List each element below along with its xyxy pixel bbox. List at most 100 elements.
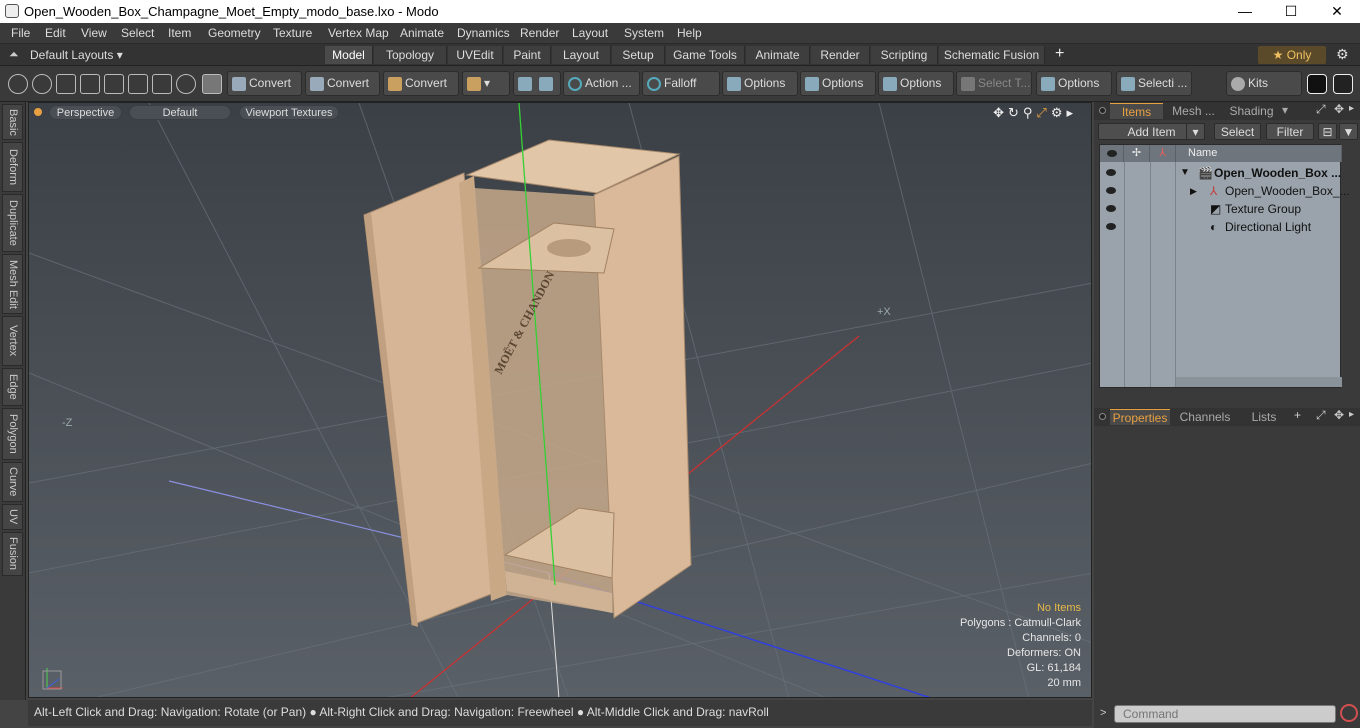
select-button[interactable]: Select <box>1214 123 1261 140</box>
tab-edge[interactable]: Edge <box>2 368 23 406</box>
maximize-button[interactable]: ☐ <box>1268 0 1314 23</box>
modo-logo-icon[interactable] <box>1307 74 1327 94</box>
tab-uv[interactable]: UV <box>2 504 23 530</box>
collapse-icon[interactable]: ⊟ <box>1318 123 1337 140</box>
only-toggle[interactable]: ★ Only <box>1258 46 1326 64</box>
horizontal-scrollbar[interactable] <box>1176 377 1342 387</box>
tab-render[interactable]: Render <box>811 46 870 64</box>
menu-select[interactable]: Select <box>121 26 154 40</box>
convert-button-1[interactable]: Convert <box>227 71 302 96</box>
tab-animate[interactable]: Animate <box>746 46 810 64</box>
items-mode-icon[interactable] <box>152 74 172 94</box>
tab-properties[interactable]: Properties <box>1110 409 1170 425</box>
tab-uvedit[interactable]: UVEdit <box>448 46 503 64</box>
action-center-button[interactable]: Action ... <box>563 71 640 96</box>
panel-arrow-icon[interactable]: ▸ <box>1349 409 1354 420</box>
tab-vertex[interactable]: Vertex <box>2 316 23 366</box>
options-button-2[interactable]: Options <box>800 71 876 96</box>
expand-icon[interactable]: ▼ <box>1180 164 1190 182</box>
tab-polygon[interactable]: Polygon <box>2 408 23 460</box>
zoom-icon[interactable]: ⚲ <box>1023 105 1037 120</box>
tab-schematic-fusion[interactable]: Schematic Fusion <box>939 46 1045 64</box>
tab-duplicate[interactable]: Duplicate <box>2 194 23 252</box>
convert-button-2[interactable]: Convert <box>305 71 380 96</box>
visibility-column-icon[interactable] <box>1100 145 1124 162</box>
tab-curve[interactable]: Curve <box>2 462 23 502</box>
panel-arrow-icon[interactable]: ▸ <box>1349 103 1354 114</box>
panel-menu-dot-icon[interactable] <box>1099 107 1106 114</box>
list-item-directional-light[interactable]: ◐ Directional Light <box>1100 218 1342 236</box>
menu-vertex-map[interactable]: Vertex Map <box>328 26 389 40</box>
menu-view[interactable]: View <box>81 26 107 40</box>
default-shading-dropdown[interactable]: Default <box>129 105 231 120</box>
command-input[interactable] <box>1114 705 1336 723</box>
globe-mode-icon[interactable] <box>32 74 52 94</box>
default-layouts-dropdown[interactable]: Default Layouts ▾ <box>30 48 123 62</box>
maximize-icon[interactable]: ⤢ <box>1036 105 1050 120</box>
material-mode-icon[interactable] <box>176 74 196 94</box>
pen-tool-icon[interactable] <box>56 74 76 94</box>
symmetry-buttons[interactable] <box>513 71 561 96</box>
tab-scripting[interactable]: Scripting <box>871 46 938 64</box>
options-button-3[interactable]: Options <box>878 71 954 96</box>
edges-mode-icon[interactable] <box>104 74 124 94</box>
tab-layout[interactable]: Layout <box>552 46 611 64</box>
3d-viewport[interactable]: +X -Z MOËT & CHANDON Perspective Default… <box>28 102 1092 698</box>
settings-gear-icon[interactable]: ⚙ <box>1336 46 1349 63</box>
panel-options-icon[interactable]: ✥ <box>1334 408 1344 422</box>
move-icon[interactable]: ✥ <box>993 105 1008 120</box>
eye-icon[interactable] <box>1106 205 1116 212</box>
menu-system[interactable]: System <box>624 26 664 40</box>
tab-channels[interactable]: Channels <box>1174 409 1236 425</box>
add-tab-button[interactable]: + <box>1055 45 1064 63</box>
tab-deform[interactable]: Deform <box>2 142 23 192</box>
menu-dynamics[interactable]: Dynamics <box>457 26 510 40</box>
vertices-mode-icon[interactable] <box>8 74 28 94</box>
menu-animate[interactable]: Animate <box>400 26 444 40</box>
tab-shading[interactable]: Shading <box>1224 103 1279 119</box>
add-tab-icon[interactable]: + <box>1294 408 1301 422</box>
perspective-dropdown[interactable]: Perspective <box>49 105 122 120</box>
menu-file[interactable]: File <box>11 26 30 40</box>
arrow-right-icon[interactable]: ▸ <box>1066 105 1077 120</box>
gear-icon[interactable]: ⚙ <box>1051 105 1067 120</box>
list-item-mesh[interactable]: ▶ ⅄ Open_Wooden_Box_... <box>1100 182 1350 200</box>
tab-items[interactable]: Items <box>1110 103 1163 119</box>
kits-button[interactable]: Kits <box>1226 71 1302 96</box>
eye-icon[interactable] <box>1106 223 1116 230</box>
tab-setup[interactable]: Setup <box>612 46 665 64</box>
viewport-textures-dropdown[interactable]: Viewport Textures <box>239 105 339 120</box>
menu-edit[interactable]: Edit <box>45 26 66 40</box>
panel-expand-icon[interactable]: ⤢ <box>1316 102 1326 117</box>
rotate-icon[interactable]: ↻ <box>1008 105 1023 120</box>
chevron-down-icon[interactable]: ▾ <box>1282 103 1288 117</box>
lock-column-icon[interactable]: ✢ <box>1124 145 1150 162</box>
close-button[interactable]: ✕ <box>1314 0 1360 23</box>
options-button-1[interactable]: Options <box>722 71 798 96</box>
filter-button[interactable]: Filter <box>1266 123 1314 140</box>
tab-basic[interactable]: Basic <box>2 104 23 140</box>
menu-layout[interactable]: Layout <box>572 26 608 40</box>
viewport-nav-icons[interactable]: ✥↻⚲⤢⚙▸ <box>993 105 1077 121</box>
funnel-icon[interactable]: ▼ <box>1339 123 1358 140</box>
menu-geometry[interactable]: Geometry <box>208 26 261 40</box>
convert-button-3[interactable]: Convert <box>383 71 459 96</box>
menu-texture[interactable]: Texture <box>273 26 312 40</box>
selection-button[interactable]: Selecti ... <box>1116 71 1192 96</box>
tab-topology[interactable]: Topology <box>374 46 447 64</box>
select-through-button[interactable]: Select T... <box>956 71 1032 96</box>
expand-icon[interactable]: ▶ <box>1190 182 1197 200</box>
render-column-icon[interactable]: ⅄ <box>1150 145 1176 162</box>
name-column-header[interactable]: Name <box>1176 145 1342 162</box>
tab-fusion[interactable]: Fusion <box>2 532 23 576</box>
menu-item[interactable]: Item <box>168 26 191 40</box>
tab-paint[interactable]: Paint <box>504 46 551 64</box>
tab-model[interactable]: Model <box>325 46 373 64</box>
add-item-dropdown-icon[interactable]: ▾ <box>1186 123 1205 140</box>
tab-mesh-edit[interactable]: Mesh Edit <box>2 254 23 314</box>
panel-expand-icon[interactable]: ⤢ <box>1316 408 1326 423</box>
cube-mode-icon[interactable] <box>202 74 222 94</box>
list-item-texture-group[interactable]: ◩ Texture Group <box>1100 200 1342 218</box>
falloff-button[interactable]: Falloff <box>642 71 720 96</box>
record-macro-icon[interactable] <box>1340 704 1358 722</box>
